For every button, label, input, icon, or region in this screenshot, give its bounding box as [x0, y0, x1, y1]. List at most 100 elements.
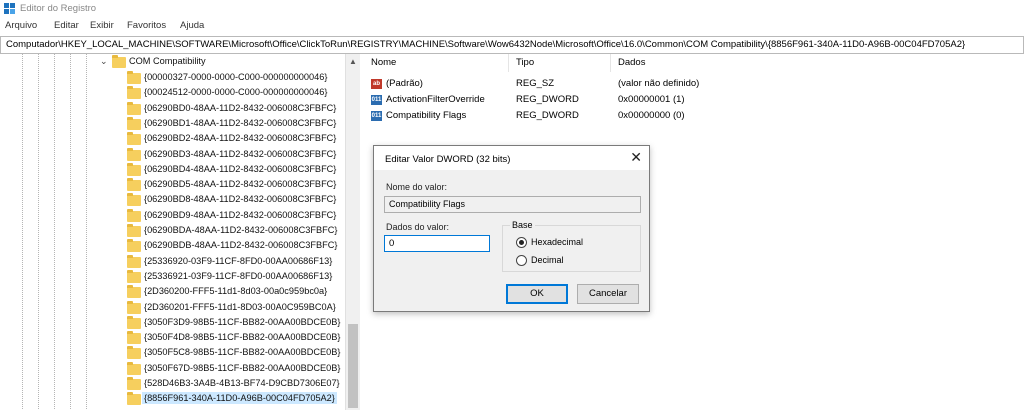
tree-guide-line: [54, 54, 55, 410]
tree-item[interactable]: {06290BDA-48AA-11D2-8432-006008C3FBFC}: [0, 223, 344, 239]
tree-guide-line: [70, 54, 71, 410]
tree-item[interactable]: {06290BD8-48AA-11D2-8432-006008C3FBFC}: [0, 192, 344, 208]
value-data: 0x00000000 (0): [618, 110, 685, 121]
dialog-title: Editar Valor DWORD (32 bits): [385, 154, 511, 165]
tree-item-label: {06290BDB-48AA-11D2-8432-006008C3FBFC}: [144, 240, 338, 251]
scroll-up-icon[interactable]: ▲: [349, 57, 357, 66]
tree-item[interactable]: {528D46B3-3A4B-4B13-BF74-D9CBD7306E07}: [0, 376, 344, 392]
tree-item-label: {3050F4D8-98B5-11CF-BB82-00AA00BDCE0B}: [144, 332, 341, 343]
folder-icon: [127, 300, 141, 314]
close-icon[interactable]: ✕: [630, 149, 642, 166]
folder-icon: [127, 116, 141, 130]
folder-icon: [127, 132, 141, 146]
tree-item-label: {3050F3D9-98B5-11CF-BB82-00AA00BDCE0B}: [144, 316, 341, 327]
tree-scrollbar[interactable]: ▲: [345, 54, 360, 410]
base-label: Base: [510, 220, 535, 230]
menu-arquivo[interactable]: Arquivo: [5, 20, 37, 31]
tree-item[interactable]: {06290BD2-48AA-11D2-8432-006008C3FBFC}: [0, 131, 344, 147]
column-header-data[interactable]: Dados: [611, 54, 1024, 72]
value-row[interactable]: ab (Padrão) REG_SZ (valor não definido): [364, 76, 1024, 92]
tree-item-label: {8856F961-340A-11D0-A96B-00C04FD705A2}: [142, 392, 337, 405]
dword-value-icon: 011: [371, 95, 382, 105]
tree-guide-line: [22, 54, 23, 410]
value-name: (Padrão): [386, 78, 423, 89]
tree-item[interactable]: {00024512-0000-0000-C000-000000000046}: [0, 85, 344, 101]
tree-item[interactable]: {06290BD4-48AA-11D2-8432-006008C3FBFC}: [0, 162, 344, 178]
tree-item[interactable]: {3050F3D9-98B5-11CF-BB82-00AA00BDCE0B}: [0, 315, 344, 331]
tree-item[interactable]: {3050F67D-98B5-11CF-BB82-00AA00BDCE0B}: [0, 361, 344, 377]
tree-item-com-compatibility[interactable]: ⌄ COM Compatibility: [0, 54, 344, 70]
decimal-label[interactable]: Decimal: [531, 255, 564, 265]
key-tree[interactable]: ⌄ COM Compatibility {00000327-0000-0000-…: [0, 54, 344, 410]
tree-item[interactable]: {25336921-03F9-11CF-8FD0-00AA00686F13}: [0, 269, 344, 285]
value-type: REG_DWORD: [516, 94, 579, 105]
window-title: Editor do Registro: [20, 3, 97, 14]
tree-item-label: {06290BD1-48AA-11D2-8432-006008C3FBFC}: [144, 117, 337, 128]
cancel-button[interactable]: Cancelar: [577, 284, 639, 304]
tree-item-label: COM Compatibility: [129, 56, 206, 66]
tree-item[interactable]: {2D360200-FFF5-11d1-8d03-00a0c959bc0a}: [0, 284, 344, 300]
ok-button[interactable]: OK: [506, 284, 568, 304]
tree-item[interactable]: {8856F961-340A-11D0-A96B-00C04FD705A2}: [0, 391, 344, 407]
folder-icon: [112, 55, 126, 68]
tree-item[interactable]: {06290BD5-48AA-11D2-8432-006008C3FBFC}: [0, 177, 344, 193]
folder-icon: [127, 224, 141, 237]
menu-ajuda[interactable]: Ajuda: [180, 20, 204, 31]
tree-guide-line: [38, 54, 39, 410]
hexadecimal-label[interactable]: Hexadecimal: [531, 237, 583, 247]
value-row[interactable]: 011 ActivationFilterOverride REG_DWORD 0x00…: [364, 92, 1024, 108]
tree-item-label: {2D360200-FFF5-11d1-8d03-00a0c959bc0a}: [144, 286, 328, 297]
value-row[interactable]: 011 Compatibility Flags REG_DWORD 0x0000000…: [364, 108, 1024, 124]
folder-icon: [127, 392, 141, 406]
value-data-input[interactable]: 0: [384, 235, 490, 252]
tree-item-label: {06290BD4-48AA-11D2-8432-006008C3FBFC}: [144, 163, 337, 174]
folder-icon: [127, 331, 141, 345]
tree-item-label: {06290BD2-48AA-11D2-8432-006008C3FBFC}: [144, 133, 337, 144]
value-name-text: Compatibility Flags: [389, 199, 466, 209]
menu-bar: Arquivo Editar Exibir Favoritos Ajuda: [0, 18, 1024, 35]
menu-exibir[interactable]: Exibir: [90, 20, 114, 31]
tree-item-label: {06290BD3-48AA-11D2-8432-006008C3FBFC}: [144, 148, 337, 159]
tree-item-label: {06290BD0-48AA-11D2-8432-006008C3FBFC}: [144, 102, 337, 113]
folder-icon: [127, 239, 141, 253]
tree-item[interactable]: {3050F4D8-98B5-11CF-BB82-00AA00BDCE0B}: [0, 330, 344, 346]
tree-item-label: {2D360201-FFF5-11d1-8D03-00A0C959BC0A}: [144, 301, 336, 312]
folder-icon: [127, 193, 141, 207]
folder-icon: [127, 71, 141, 84]
tree-item[interactable]: {06290BD1-48AA-11D2-8432-006008C3FBFC}: [0, 116, 344, 132]
chevron-down-icon[interactable]: ⌄: [100, 56, 108, 67]
tree-item-label: {00024512-0000-0000-C000-000000000046}: [144, 87, 328, 98]
folder-icon: [127, 254, 141, 268]
column-header-type[interactable]: Tipo: [509, 54, 611, 72]
hexadecimal-radio[interactable]: [516, 237, 527, 248]
tree-item[interactable]: {06290BDB-48AA-11D2-8432-006008C3FBFC}: [0, 238, 344, 254]
tree-item[interactable]: {06290BD9-48AA-11D2-8432-006008C3FBFC}: [0, 208, 344, 224]
folder-icon: [127, 377, 141, 390]
folder-icon: [127, 86, 141, 100]
column-header-name[interactable]: Nome: [364, 54, 509, 72]
tree-item[interactable]: {06290BD3-48AA-11D2-8432-006008C3FBFC}: [0, 147, 344, 163]
scrollbar-thumb[interactable]: [348, 324, 358, 408]
folder-icon: [127, 101, 141, 115]
tree-item[interactable]: {25336920-03F9-11CF-8FD0-00AA00686F13}: [0, 254, 344, 270]
menu-editar[interactable]: Editar: [54, 20, 79, 31]
value-data: 0x00000001 (1): [618, 94, 685, 105]
folder-icon: [127, 162, 141, 176]
tree-item-label: {06290BDA-48AA-11D2-8432-006008C3FBFC}: [144, 225, 338, 235]
dialog-title-bar: Editar Valor DWORD (32 bits) ✕: [374, 146, 649, 170]
folder-icon: [127, 147, 141, 161]
tree-item-label: {00000327-0000-0000-C000-000000000046}: [144, 72, 328, 82]
address-bar[interactable]: Computador\HKEY_LOCAL_MACHINE\SOFTWARE\M…: [0, 36, 1024, 54]
tree-item[interactable]: {3050F5C8-98B5-11CF-BB82-00AA00BDCE0B}: [0, 345, 344, 361]
value-type: REG_SZ: [516, 78, 555, 89]
address-path: Computador\HKEY_LOCAL_MACHINE\SOFTWARE\M…: [6, 39, 966, 50]
tree-item[interactable]: {2D360201-FFF5-11d1-8D03-00A0C959BC0A}: [0, 300, 344, 316]
decimal-radio[interactable]: [516, 255, 527, 266]
menu-favoritos[interactable]: Favoritos: [127, 20, 166, 31]
tree-item-label: {3050F5C8-98B5-11CF-BB82-00AA00BDCE0B}: [144, 347, 341, 358]
tree-item[interactable]: {00000327-0000-0000-C000-000000000046}: [0, 70, 344, 86]
value-data: (valor não definido): [618, 78, 700, 89]
folder-icon: [127, 346, 141, 360]
tree-item-label: {06290BD9-48AA-11D2-8432-006008C3FBFC}: [144, 209, 337, 220]
tree-item[interactable]: {06290BD0-48AA-11D2-8432-006008C3FBFC}: [0, 101, 344, 117]
